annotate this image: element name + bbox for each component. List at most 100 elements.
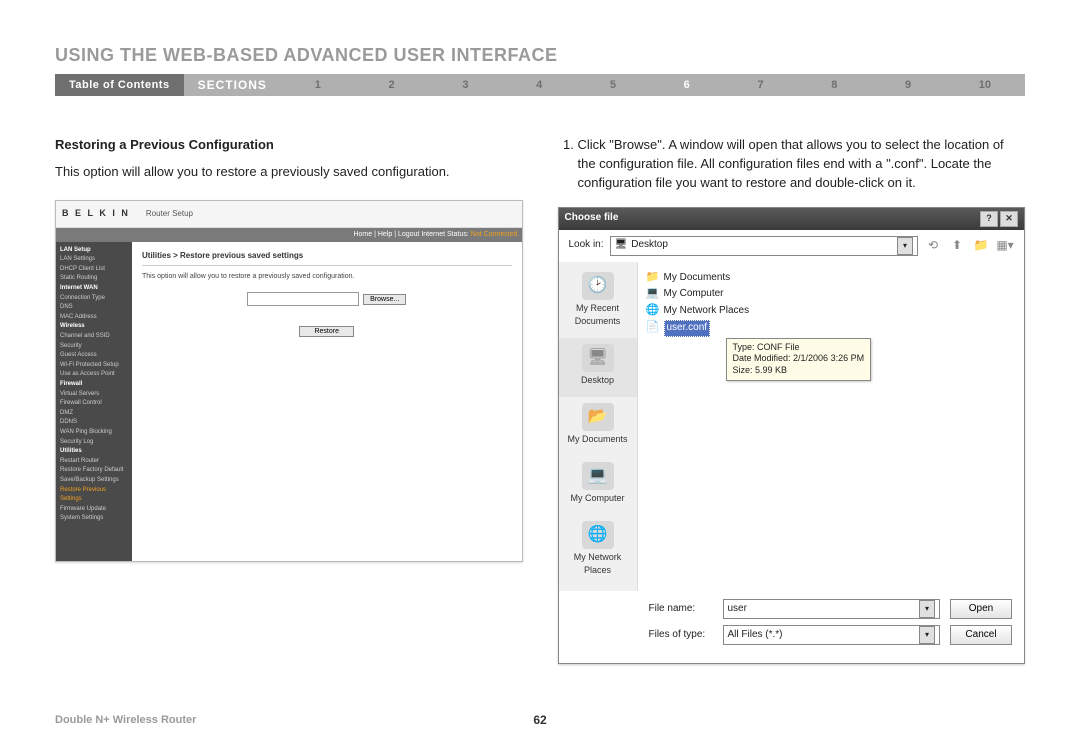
file-label-selected: user.conf xyxy=(664,320,711,337)
side-hdr-utilities: Utilities xyxy=(60,447,128,457)
open-button[interactable]: Open xyxy=(950,599,1012,619)
side-hdr-wan: Internet WAN xyxy=(60,284,128,294)
side-item[interactable]: Connection Type xyxy=(60,294,128,304)
mynet-icon: 🌐 xyxy=(582,521,614,549)
side-item[interactable]: DMZ xyxy=(60,409,128,419)
router-sidebar: LAN Setup LAN Settings DHCP Client List … xyxy=(56,242,132,561)
section-link-2[interactable]: 2 xyxy=(389,79,395,91)
view-menu-icon[interactable]: ▦▾ xyxy=(996,237,1014,255)
filetype-select[interactable]: All Files (*.*) ▾ xyxy=(723,625,941,645)
file-item-mynet[interactable]: 🌐 My Network Places xyxy=(646,303,1017,320)
step-1: Click "Browse". A window will open that … xyxy=(578,136,1026,193)
side-item[interactable]: DNS xyxy=(60,303,128,313)
places-desktop-label: Desktop xyxy=(561,374,635,387)
filename-value: user xyxy=(728,602,920,617)
section-link-6[interactable]: 6 xyxy=(684,79,690,91)
side-item[interactable]: Firmware Update xyxy=(60,505,128,515)
restore-heading: Restoring a Previous Configuration xyxy=(55,136,523,155)
side-item[interactable]: Restore Factory Default xyxy=(60,466,128,476)
up-folder-icon[interactable]: ⬆ xyxy=(948,237,966,255)
side-item[interactable]: Virtual Servers xyxy=(60,390,128,400)
close-button[interactable]: ✕ xyxy=(1000,211,1018,227)
file-icon: 📄 xyxy=(646,321,660,335)
side-item[interactable]: MAC Address xyxy=(60,313,128,323)
router-status-links[interactable]: Home | Help | Logout Internet Status: xyxy=(353,230,468,240)
side-item[interactable]: System Settings xyxy=(60,514,128,524)
side-item[interactable]: Restart Router xyxy=(60,457,128,467)
section-link-5[interactable]: 5 xyxy=(610,79,616,91)
side-item[interactable]: Security xyxy=(60,342,128,352)
side-item[interactable]: Security Log xyxy=(60,438,128,448)
file-item-mycomp[interactable]: 💻 My Computer xyxy=(646,286,1017,303)
desktop-icon: 🖥 xyxy=(615,238,628,253)
side-item[interactable]: Channel and SSID xyxy=(60,332,128,342)
page-title: USING THE WEB-BASED ADVANCED USER INTERF… xyxy=(55,45,1025,66)
recent-icon: 🕑 xyxy=(582,272,614,300)
places-recent-label: My Recent Documents xyxy=(561,302,635,328)
restore-button[interactable]: Restore xyxy=(299,326,354,337)
dropdown-arrow-icon[interactable]: ▾ xyxy=(897,237,913,255)
restore-body: This option will allow you to restore a … xyxy=(55,163,523,182)
footer-product: Double N+ Wireless Router xyxy=(55,714,196,726)
router-setup-label: Router Setup xyxy=(146,208,193,220)
side-item[interactable]: Wi-Fi Protected Setup xyxy=(60,361,128,371)
file-label: My Documents xyxy=(664,271,731,286)
dropdown-arrow-icon[interactable]: ▾ xyxy=(919,626,935,644)
side-item[interactable]: Save/Backup Settings xyxy=(60,476,128,486)
toc-link[interactable]: Table of Contents xyxy=(55,74,184,96)
tooltip-line: Type: CONF File xyxy=(733,342,865,354)
side-item[interactable]: Static Routing xyxy=(60,274,128,284)
page-number: 62 xyxy=(533,713,546,727)
router-desc: This option will allow you to restore a … xyxy=(142,272,512,282)
filetype-value: All Files (*.*) xyxy=(728,628,920,643)
cancel-button[interactable]: Cancel xyxy=(950,625,1012,645)
dropdown-arrow-icon[interactable]: ▾ xyxy=(919,600,935,618)
places-recent[interactable]: 🕑 My Recent Documents xyxy=(559,266,637,338)
filetype-label: Files of type: xyxy=(649,628,713,643)
section-link-1[interactable]: 1 xyxy=(315,79,321,91)
places-desktop[interactable]: 🖥 Desktop xyxy=(559,338,637,397)
side-hdr-wireless: Wireless xyxy=(60,322,128,332)
sections-label: SECTIONS xyxy=(184,74,281,96)
places-mycomp[interactable]: 💻 My Computer xyxy=(559,456,637,515)
step-1-text: Click "Browse". A window will open that … xyxy=(578,137,1004,190)
side-item[interactable]: Firewall Control xyxy=(60,399,128,409)
side-hdr-lan: LAN Setup xyxy=(60,246,128,256)
places-mynet-label: My Network Places xyxy=(561,551,635,577)
back-icon[interactable]: ⟲ xyxy=(924,237,942,255)
router-breadcrumb: Utilities > Restore previous saved setti… xyxy=(142,250,512,262)
section-link-7[interactable]: 7 xyxy=(757,79,763,91)
side-item[interactable]: LAN Settings xyxy=(60,255,128,265)
choose-file-dialog: Choose file ? ✕ Look in: 🖥 Desktop ▾ ⟲ ⬆… xyxy=(558,207,1026,664)
section-link-9[interactable]: 9 xyxy=(905,79,911,91)
side-item[interactable]: Use as Access Point xyxy=(60,370,128,380)
tooltip-line: Date Modified: 2/1/2006 3:26 PM xyxy=(733,353,865,365)
side-item-restore-previous[interactable]: Restore Previous Settings xyxy=(60,486,128,505)
filename-input[interactable]: user ▾ xyxy=(723,599,941,619)
router-screenshot: B E L K I N Router Setup Home | Help | L… xyxy=(55,200,523,562)
section-link-10[interactable]: 10 xyxy=(979,79,991,91)
browse-button[interactable]: Browse... xyxy=(363,294,406,305)
lookin-select[interactable]: 🖥 Desktop ▾ xyxy=(610,236,918,256)
tooltip-line: Size: 5.99 KB xyxy=(733,365,865,377)
side-item[interactable]: DDNS xyxy=(60,418,128,428)
dialog-title: Choose file xyxy=(565,211,619,226)
places-mycomp-label: My Computer xyxy=(561,492,635,505)
restore-file-input[interactable] xyxy=(247,292,359,306)
folder-icon: 📁 xyxy=(646,271,660,285)
side-item[interactable]: DHCP Client List xyxy=(60,265,128,275)
section-link-8[interactable]: 8 xyxy=(831,79,837,91)
places-mydocs[interactable]: 📂 My Documents xyxy=(559,397,637,456)
side-item[interactable]: Guest Access xyxy=(60,351,128,361)
help-button[interactable]: ? xyxy=(980,211,998,227)
section-link-3[interactable]: 3 xyxy=(462,79,468,91)
section-link-4[interactable]: 4 xyxy=(536,79,542,91)
places-mynet[interactable]: 🌐 My Network Places xyxy=(559,515,637,587)
new-folder-icon[interactable]: 📁 xyxy=(972,237,990,255)
file-item-userconf[interactable]: 📄 user.conf xyxy=(646,319,1017,338)
router-status-value: Not Connected xyxy=(471,230,518,240)
desktop-place-icon: 🖥 xyxy=(582,344,614,372)
filename-label: File name: xyxy=(649,602,713,617)
side-item[interactable]: WAN Ping Blocking xyxy=(60,428,128,438)
file-item-mydocs[interactable]: 📁 My Documents xyxy=(646,270,1017,287)
